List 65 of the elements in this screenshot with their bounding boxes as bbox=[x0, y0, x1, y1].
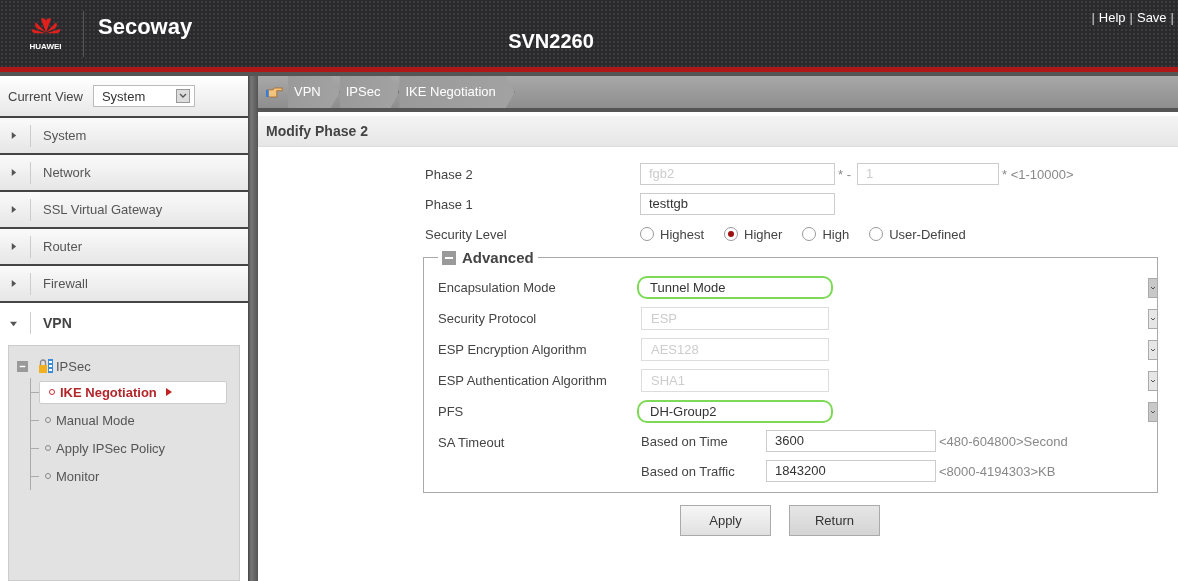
expand-arrow-icon bbox=[10, 319, 17, 327]
product-name: Secoway bbox=[98, 14, 193, 40]
radio-option[interactable]: Higher bbox=[724, 226, 783, 242]
link-separator: | bbox=[1170, 10, 1174, 25]
field-label: Phase 2 bbox=[425, 166, 474, 182]
dropdown-icon[interactable] bbox=[1148, 277, 1157, 298]
collapse-icon[interactable] bbox=[442, 250, 456, 265]
radio-option[interactable]: Highest bbox=[640, 226, 705, 242]
menu-item[interactable]: Router bbox=[0, 229, 248, 266]
tree-item[interactable]: Apply IPSec Policy bbox=[39, 437, 174, 459]
expand-arrow-icon bbox=[10, 243, 17, 250]
field-hint: <8000-4194303>KB bbox=[939, 463, 1056, 479]
field-hint: * <1-10000> bbox=[1002, 166, 1074, 182]
form-button[interactable]: Apply bbox=[680, 505, 771, 536]
text-field[interactable]: testtgb bbox=[640, 193, 835, 215]
tree-item[interactable]: Monitor bbox=[39, 465, 108, 487]
menu-item[interactable]: Network bbox=[0, 155, 248, 192]
dropdown-icon bbox=[175, 89, 190, 103]
field-label: Based on Time bbox=[641, 433, 729, 449]
field-label: Security Protocol bbox=[438, 311, 538, 326]
dropdown-icon[interactable] bbox=[1148, 401, 1157, 422]
field-label: ESP Authentication Algorithm bbox=[438, 373, 608, 388]
field-label: SA Timeout bbox=[438, 435, 506, 450]
radio-option[interactable]: High bbox=[802, 226, 850, 242]
header-link[interactable]: Save bbox=[1136, 10, 1167, 25]
select-field[interactable]: DH-Group2 bbox=[637, 400, 833, 423]
dropdown-icon[interactable] bbox=[1148, 339, 1157, 360]
link-separator: | bbox=[1129, 10, 1133, 25]
field-label: Security Level bbox=[425, 226, 508, 242]
panel-title: Modify Phase 2 bbox=[266, 123, 368, 139]
current-view-label: Current View bbox=[8, 88, 83, 104]
model-name: SVN2260 bbox=[508, 30, 594, 53]
header-link[interactable]: Help bbox=[1098, 10, 1126, 25]
menu-item[interactable]: System bbox=[0, 118, 248, 155]
text-field[interactable]: 1843200 bbox=[766, 460, 936, 482]
radio-option[interactable]: User-Defined bbox=[869, 226, 966, 242]
dropdown-icon[interactable] bbox=[1148, 370, 1157, 391]
form-button[interactable]: Return bbox=[789, 505, 880, 536]
dropdown-icon[interactable] bbox=[1148, 308, 1157, 329]
field-label: Phase 1 bbox=[425, 196, 474, 212]
expand-arrow-icon bbox=[10, 132, 17, 139]
tree-node[interactable]: IPSec bbox=[56, 358, 91, 374]
section-title: Advanced bbox=[462, 249, 534, 266]
field-hint: * - bbox=[838, 166, 851, 182]
text-field[interactable]: 3600 bbox=[766, 430, 936, 452]
field-label: PFS bbox=[438, 404, 465, 419]
lock-network-icon bbox=[38, 358, 54, 374]
select-field[interactable]: Tunnel Mode bbox=[637, 276, 833, 299]
menu-item[interactable]: SSL Virtual Gateway bbox=[0, 192, 248, 229]
link-separator: | bbox=[1091, 10, 1095, 25]
expand-arrow-icon bbox=[10, 169, 17, 176]
expand-arrow-icon bbox=[10, 280, 17, 287]
field-label: Encapsulation Mode bbox=[438, 280, 557, 295]
pointing-hand-icon bbox=[266, 85, 284, 99]
splitter-handle[interactable] bbox=[248, 76, 258, 581]
expand-arrow-icon bbox=[10, 206, 17, 213]
field-hint: <480-604800>Second bbox=[939, 433, 1068, 449]
collapse-icon[interactable] bbox=[17, 360, 28, 372]
tree-item[interactable]: IKE Negotiation bbox=[39, 380, 227, 404]
tree-item[interactable]: Manual Mode bbox=[39, 409, 143, 431]
field-label: Based on Traffic bbox=[641, 463, 736, 479]
field-label: ESP Encryption Algorithm bbox=[438, 342, 588, 357]
view-select[interactable]: System bbox=[92, 85, 195, 107]
menu-item[interactable]: Firewall bbox=[0, 266, 248, 303]
brand-name: HUAWEI bbox=[29, 42, 62, 51]
